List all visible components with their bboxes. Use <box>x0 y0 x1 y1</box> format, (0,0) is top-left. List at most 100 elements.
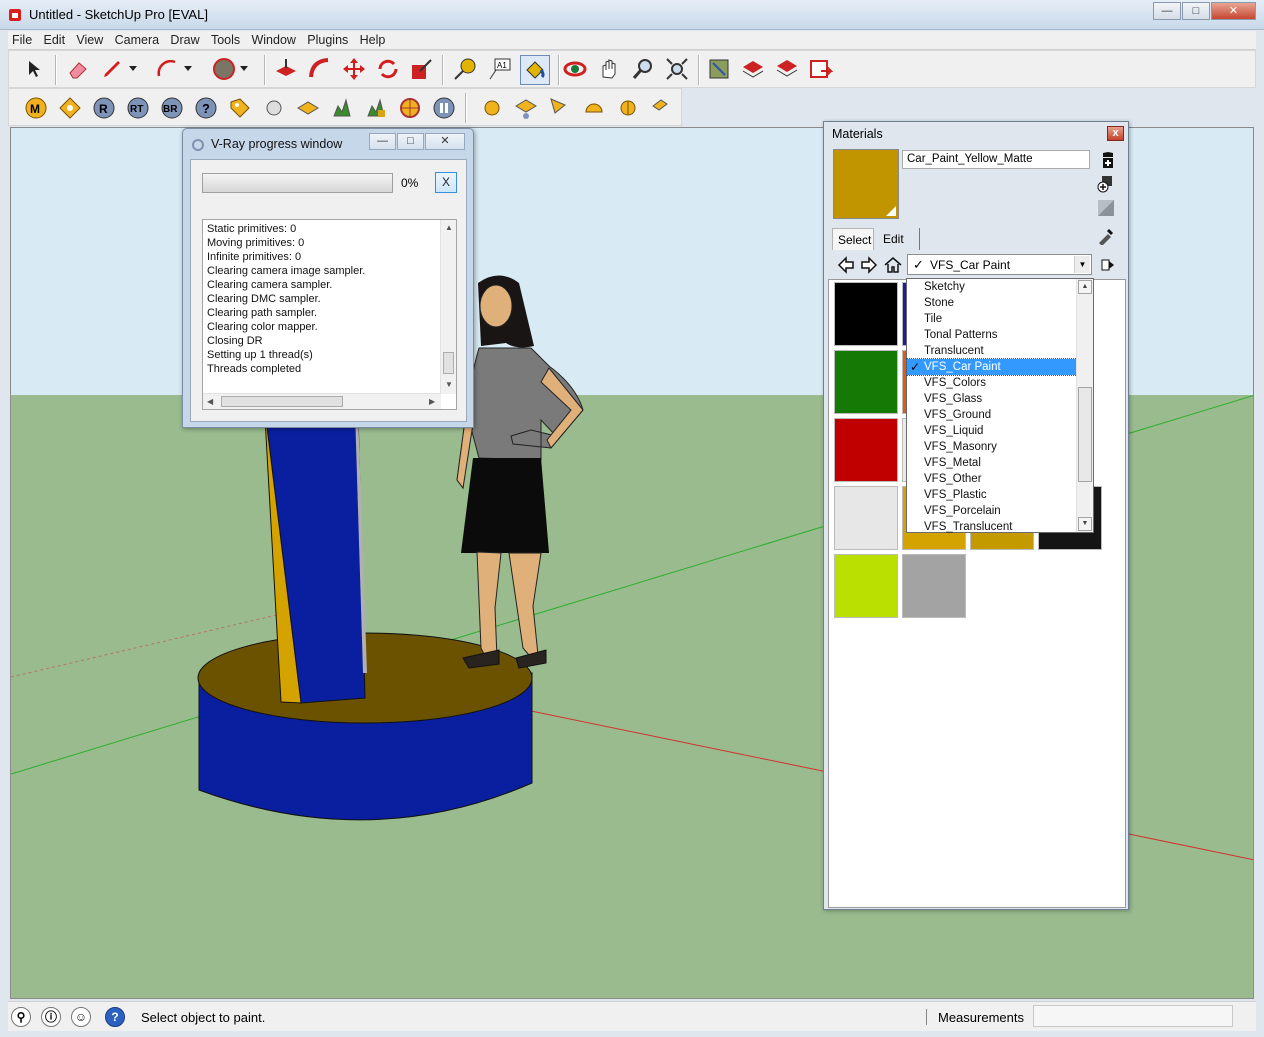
vray-maximize-button[interactable]: □ <box>397 133 424 150</box>
library-option[interactable]: VFS_Metal <box>907 455 1077 471</box>
material-swatch[interactable] <box>834 554 898 618</box>
material-swatch[interactable] <box>902 554 966 618</box>
menu-help[interactable]: Help <box>356 31 390 47</box>
zoom-extents-icon[interactable] <box>664 56 690 82</box>
dropdown-scroll-thumb[interactable] <box>1078 387 1092 482</box>
render-log[interactable]: Static primitives: 0 Moving primitives: 0… <box>202 219 457 410</box>
library-option[interactable]: VFS_Ground <box>907 407 1077 423</box>
log-hscroll-thumb[interactable] <box>221 396 343 407</box>
followme-icon[interactable] <box>307 56 333 82</box>
map-icon[interactable] <box>706 56 732 82</box>
vray-options-icon[interactable] <box>57 95 83 121</box>
sphere-light-icon[interactable] <box>479 95 505 121</box>
library-select[interactable]: ✓ VFS_Car Paint ▼ <box>907 254 1092 275</box>
vray-pause-icon[interactable] <box>431 95 457 121</box>
home-icon[interactable] <box>883 255 903 275</box>
forward-icon[interactable] <box>859 255 879 275</box>
menu-tools[interactable]: Tools <box>207 31 244 47</box>
menu-view[interactable]: View <box>72 31 107 47</box>
vray-render-icon[interactable]: R <box>91 95 117 121</box>
library-option[interactable]: Sketchy <box>907 279 1077 295</box>
proxy-export-icon[interactable] <box>329 95 355 121</box>
abort-render-button[interactable]: X <box>435 172 457 193</box>
tab-edit[interactable]: Edit <box>878 228 920 250</box>
measurements-input[interactable] <box>1033 1005 1233 1027</box>
spot-light-icon[interactable] <box>547 95 573 121</box>
maximize-button[interactable]: □ <box>1182 2 1210 20</box>
scale-icon[interactable] <box>409 56 435 82</box>
proxy-import-icon[interactable] <box>363 95 389 121</box>
vray-batch-render-icon[interactable]: BR <box>159 95 185 121</box>
ies-light-icon[interactable] <box>615 95 641 121</box>
dome-light-icon[interactable] <box>581 95 607 121</box>
details-arrow-icon[interactable] <box>1098 255 1118 275</box>
select-icon[interactable] <box>21 56 47 82</box>
material-swatch[interactable] <box>834 486 898 550</box>
pencil-icon[interactable] <box>99 56 125 82</box>
create-material-icon[interactable] <box>1098 150 1118 170</box>
material-swatch[interactable] <box>834 418 898 482</box>
omni-light-icon[interactable] <box>261 95 287 121</box>
library-option[interactable]: VFS_Masonry <box>907 439 1077 455</box>
scroll-down-icon[interactable]: ▼ <box>445 380 453 389</box>
eraser-icon[interactable] <box>65 56 91 82</box>
menu-window[interactable]: Window <box>247 31 299 47</box>
vray-license-icon[interactable] <box>227 95 253 121</box>
materials-close-button[interactable]: x <box>1107 126 1124 141</box>
paint-bucket-icon[interactable] <box>520 55 550 85</box>
scroll-down-icon[interactable]: ▼ <box>1078 517 1092 531</box>
instructor-icon[interactable]: ? <box>105 1007 125 1027</box>
library-option[interactable]: VFS_Other <box>907 471 1077 487</box>
library-option[interactable]: Translucent <box>907 343 1077 359</box>
current-material-swatch[interactable] <box>833 149 899 219</box>
vray-rt-icon[interactable]: RT <box>125 95 151 121</box>
log-scroll-thumb[interactable] <box>443 352 454 374</box>
library-option[interactable]: VFS_Translucent <box>907 519 1077 535</box>
vray-help-icon[interactable]: ? <box>193 95 219 121</box>
rotate-icon[interactable] <box>375 56 401 82</box>
pan-icon[interactable] <box>596 56 622 82</box>
arc-dropdown-icon[interactable] <box>181 56 195 82</box>
library-option[interactable]: Tonal Patterns <box>907 327 1077 343</box>
menu-camera[interactable]: Camera <box>111 31 163 47</box>
library-option[interactable]: VFS_Plastic <box>907 487 1077 503</box>
geo-location-icon[interactable]: ⚲ <box>11 1007 31 1027</box>
rect-light-icon[interactable] <box>295 95 321 121</box>
menu-plugins[interactable]: Plugins <box>303 31 352 47</box>
log-horizontal-scrollbar[interactable]: ◀ ▶ <box>203 393 441 409</box>
pencil-dropdown-icon[interactable] <box>126 56 140 82</box>
display-secondary-browser-icon[interactable] <box>1096 174 1116 194</box>
library-option[interactable]: Stone <box>907 295 1077 311</box>
sample-paint-icon[interactable] <box>1096 226 1116 246</box>
menu-file[interactable]: File <box>8 31 36 47</box>
material-swatch[interactable] <box>834 350 898 414</box>
menu-draw[interactable]: Draw <box>166 31 203 47</box>
material-name-field[interactable]: Car_Paint_Yellow_Matte <box>902 150 1090 169</box>
scroll-left-icon[interactable]: ◀ <box>207 397 213 406</box>
circle-dropdown-icon[interactable] <box>237 56 251 82</box>
library-option[interactable]: VFS_Liquid <box>907 423 1077 439</box>
scroll-up-icon[interactable]: ▲ <box>445 223 453 232</box>
tab-select[interactable]: Select <box>832 228 874 250</box>
vray-material-editor-icon[interactable]: M <box>23 95 49 121</box>
orbit-icon[interactable] <box>562 56 588 82</box>
tape-measure-icon[interactable] <box>452 56 478 82</box>
vray-minimize-button[interactable]: — <box>369 133 396 150</box>
library-option[interactable]: VFS_Porcelain <box>907 503 1077 519</box>
mesh-light-icon[interactable] <box>649 95 675 121</box>
arc-icon[interactable] <box>154 56 180 82</box>
library-dropdown-list[interactable]: Sketchy Stone Tile Tonal Patterns Translucen… <box>906 278 1094 533</box>
material-swatch[interactable] <box>834 282 898 346</box>
circle-icon[interactable] <box>211 56 237 82</box>
credits-icon[interactable]: ⓘ <box>41 1007 61 1027</box>
close-button[interactable]: ✕ <box>1211 2 1256 20</box>
text-icon[interactable]: A1 <box>486 56 512 82</box>
vray-close-button[interactable]: ✕ <box>425 133 465 150</box>
back-icon[interactable] <box>836 255 856 275</box>
scroll-right-icon[interactable]: ▶ <box>429 397 435 406</box>
library-option[interactable]: VFS_Colors <box>907 375 1077 391</box>
3dwarehouse-icon[interactable] <box>740 56 766 82</box>
log-vertical-scrollbar[interactable]: ▲ ▼ <box>440 220 456 394</box>
menu-edit[interactable]: Edit <box>40 31 70 47</box>
zoom-icon[interactable] <box>630 56 656 82</box>
